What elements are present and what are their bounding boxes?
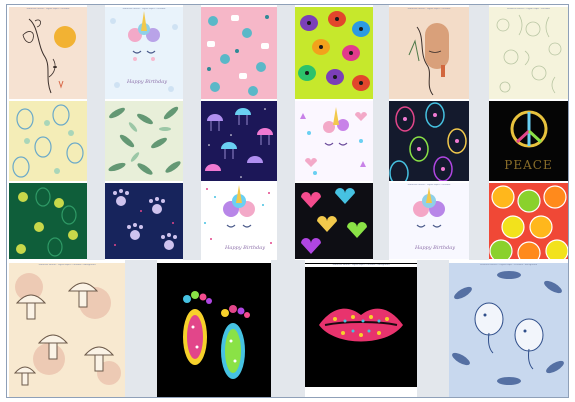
tile-neon-easter-eggs[interactable] xyxy=(389,101,469,181)
tile-unicorn-birthday[interactable]: Happy Birthday xyxy=(201,183,277,259)
tile-neon-hearts[interactable] xyxy=(295,183,373,259)
doodle-pattern xyxy=(207,15,269,96)
badminton-pattern xyxy=(12,104,84,178)
grid-gutter xyxy=(417,260,449,397)
tile-colorful-ladybugs[interactable] xyxy=(295,7,373,99)
tile-mushroom-pattern[interactable]: Seamless Pattern - Digital Paper - Print… xyxy=(9,263,125,397)
mushroom-pattern xyxy=(13,273,121,386)
tile-green-tennis[interactable] xyxy=(9,183,87,259)
birthday-caption: Happy Birthday xyxy=(225,245,266,251)
tile-line-art-face-flowers[interactable]: Seamless Pattern - Digital Paper - Print… xyxy=(9,7,87,99)
tile-flower-footprints[interactable] xyxy=(157,263,271,397)
elephant-pattern xyxy=(452,271,564,385)
jellyfish-pattern xyxy=(205,108,273,178)
unicorn-face-pattern xyxy=(300,107,367,175)
lips-illustration xyxy=(319,308,403,342)
grid-gutter xyxy=(277,5,295,260)
tile-navy-paw-prints[interactable] xyxy=(105,183,183,259)
abstract-face-illustration xyxy=(408,23,449,96)
birthday-caption: Happy Birthday xyxy=(415,245,456,251)
grid-gutter xyxy=(469,5,489,260)
birthday-caption: Happy Birthday xyxy=(127,79,168,85)
peace-word: PEACE xyxy=(504,158,553,172)
tile-unicorn-confetti[interactable] xyxy=(295,101,373,181)
paw-print-pattern xyxy=(113,189,177,250)
tile-caption: Seamless Pattern - Digital Paper - Print… xyxy=(407,8,451,10)
citrus-pattern xyxy=(489,185,568,259)
easter-eggs-pattern xyxy=(389,102,467,181)
tile-caption: Seamless Pattern - Digital Paper - Print… xyxy=(407,184,451,186)
tile-abstract-face[interactable]: Seamless Pattern - Digital Paper - Print… xyxy=(389,7,469,99)
grid-gutter xyxy=(125,260,157,397)
tile-caption: Seamless Pattern - Digital Paper - Print… xyxy=(305,264,417,267)
grid-gutter xyxy=(373,5,389,260)
footprints-illustration xyxy=(183,291,250,379)
unicorn-illustration xyxy=(110,11,178,92)
tile-blue-elephants[interactable]: Seamless Pattern - Digital Paper - Print… xyxy=(449,263,568,397)
tile-unicorn-floral-card[interactable]: Seamless Pattern - Digital Paper - Print… xyxy=(105,7,183,99)
grid-gutter xyxy=(183,5,201,260)
tile-caption: Seamless Pattern - Digital Paper - Print… xyxy=(506,8,551,10)
tile-caption: Seamless Pattern - Digital Paper - Print… xyxy=(38,264,96,266)
tile-pale-botanical-sketch[interactable]: Seamless Pattern - Digital Paper - Print… xyxy=(489,7,568,99)
tile-caption: Seamless Pattern - Digital Paper - Print… xyxy=(26,8,70,10)
tennis-pattern xyxy=(16,187,78,257)
tile-caption: Seamless Pattern - Digital Paper - Print… xyxy=(122,8,166,10)
grid-gutter xyxy=(271,260,305,397)
line-art-face-illustration xyxy=(22,18,76,94)
tile-caption: Seamless Pattern - Digital Paper - Print… xyxy=(480,264,537,266)
tile-unicorn-birthday-2[interactable]: Seamless Pattern - Digital Paper - Print… xyxy=(389,183,469,259)
tile-citrus-slices[interactable] xyxy=(489,183,568,259)
tile-green-leaf-swirl[interactable] xyxy=(105,101,183,181)
tile-peace-symbol[interactable]: PEACE xyxy=(489,101,568,181)
ladybug-pattern xyxy=(298,11,370,91)
tile-flower-lips[interactable]: Seamless Pattern - Digital Paper - Print… xyxy=(305,263,417,387)
tile-pink-teal-doodle[interactable] xyxy=(201,7,277,99)
tile-jellyfish-night[interactable] xyxy=(201,101,277,181)
hearts-pattern xyxy=(301,188,367,254)
botanical-sketch-pattern xyxy=(496,14,562,94)
tile-pastel-badminton[interactable] xyxy=(9,101,87,181)
leaf-swirl-pattern xyxy=(108,106,181,175)
grid-gutter xyxy=(87,5,105,260)
image-grid: Seamless Pattern - Digital Paper - Print… xyxy=(6,4,569,398)
